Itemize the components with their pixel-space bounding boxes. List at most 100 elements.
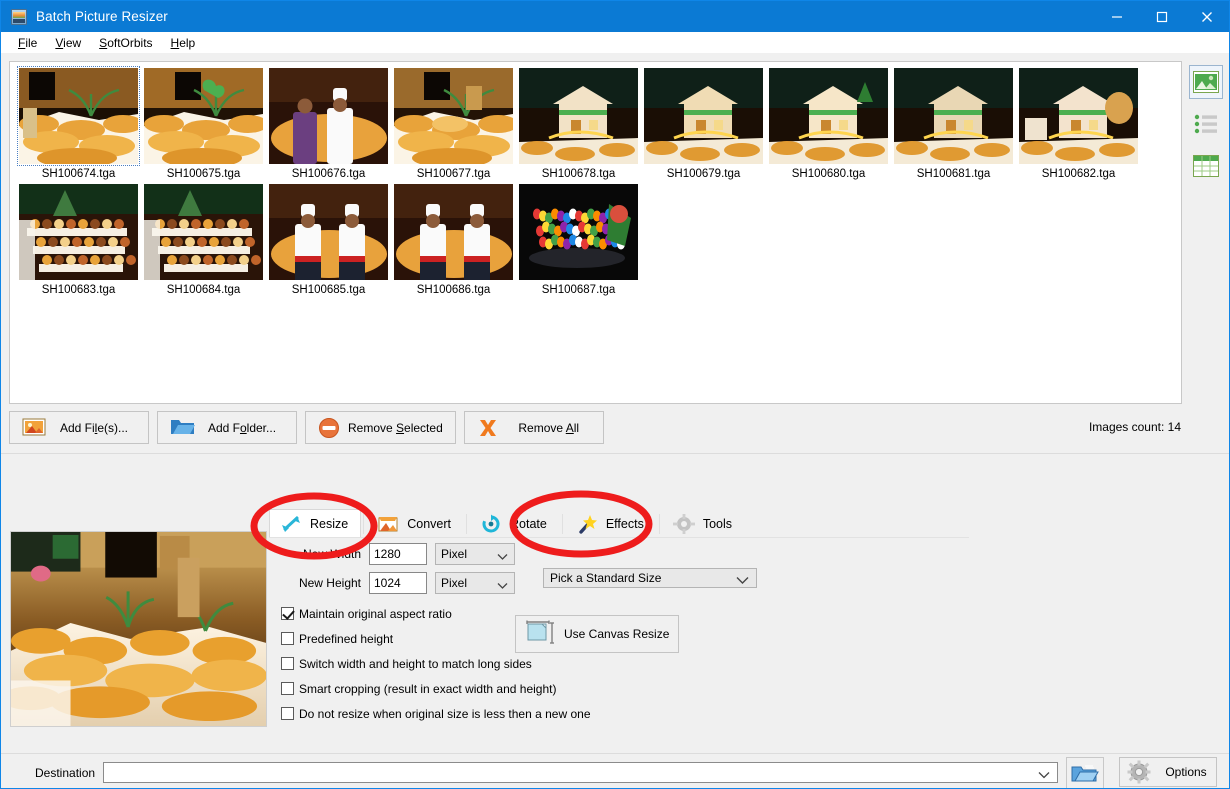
preview-image [10,531,267,727]
standard-size-select[interactable]: Pick a Standard Size [543,568,757,588]
thumbnail-filename: SH100684.tga [166,284,241,296]
file-button-add-file-s[interactable]: Add File(s)... [9,411,149,444]
options-button[interactable]: Options [1119,757,1217,787]
chevron-down-icon [497,550,508,564]
new-height-input[interactable] [369,572,427,594]
thumbnail-image [144,68,263,164]
menu-item-label: Help [170,35,196,50]
thumbnail-filename: SH100687.tga [541,284,616,296]
standard-size-value: Pick a Standard Size [550,571,662,585]
resize-option-row[interactable]: Switch width and height to match long si… [281,653,591,674]
thumbnail-image [17,66,140,166]
options-label: Options [1165,765,1207,779]
browse-destination-button[interactable] [1066,757,1104,788]
thumbnail-filename: SH100682.tga [1041,168,1116,180]
file-button-add-folder[interactable]: Add Folder... [157,411,297,444]
thumbnail-filename: SH100677.tga [416,168,491,180]
tab-label: Effects [605,517,644,531]
new-height-unit-select[interactable]: Pixel [435,572,515,594]
tab-effects[interactable]: Effects [565,509,657,538]
thumbnail-item[interactable]: SH100687.tga [516,184,641,296]
resize-option-label: Do not resize when original size is less… [299,706,591,721]
thumbnail-image [1019,68,1138,164]
view-mode-bar [1187,61,1225,404]
file-button-label: Add File(s)... [59,420,129,435]
tab-rotate[interactable]: Rotate [469,509,560,538]
thumbnail-image [519,184,638,280]
tab-label: Rotate [510,517,547,531]
resize-option-row[interactable]: Smart cropping (result in exact width an… [281,678,591,699]
details-view-icon[interactable] [1189,149,1223,183]
checkbox-switch-width-and-height-to-match-long-si[interactable] [281,657,294,670]
tab-label: Convert [407,517,451,531]
resize-option-label: Smart cropping (result in exact width an… [299,681,557,696]
resize-options-list: Maintain original aspect ratio Predefined… [281,603,591,728]
thumbnail-item[interactable]: SH100686.tga [391,184,516,296]
divider-2 [1,753,1229,754]
thumbnail-item[interactable]: SH100680.tga [766,68,891,180]
menu-softorbits[interactable]: SoftOrbits [90,34,161,52]
new-width-unit-select[interactable]: Pixel [435,543,515,565]
folder-icon [170,417,195,439]
checkbox-do-not-resize-when-original-size-is-less[interactable] [281,707,294,720]
file-button-remove-selected[interactable]: Remove Selected [305,411,456,444]
thumbnail-item[interactable]: SH100685.tga [266,184,391,296]
checkbox-maintain-original-aspect-ratio[interactable] [281,607,294,620]
thumbnail-item[interactable]: SH100675.tga [141,68,266,180]
thumbnail-item[interactable]: SH100682.tga [1016,68,1141,180]
divider-1 [1,453,1229,454]
thumbnail-filename: SH100680.tga [791,168,866,180]
tab-resize[interactable]: Resize [269,509,362,538]
minimize-button[interactable] [1094,1,1139,32]
thumbnail-view-icon[interactable] [1189,65,1223,99]
app-icon [11,8,27,25]
new-width-row: New Width Pixel [269,543,1029,565]
thumbnail-item[interactable]: SH100678.tga [516,68,641,180]
menu-file[interactable]: File [9,34,46,52]
tab-underline [269,537,969,538]
new-width-input[interactable] [369,543,427,565]
tab-tools[interactable]: Tools [662,509,745,538]
resize-option-label: Predefined height [299,631,394,646]
resize-option-row[interactable]: Predefined height [281,628,591,649]
tab-label: Tools [702,517,733,531]
thumbnail-item[interactable]: SH100677.tga [391,68,516,180]
thumbnail-item[interactable]: SH100674.tga [16,66,141,180]
close-button[interactable] [1184,1,1229,32]
image-list-panel[interactable]: SH100674.tga SH100675.tga SH100676.tga S… [9,61,1182,404]
thumbnail-filename: SH100676.tga [291,168,366,180]
thumbnail-image [19,184,138,280]
menu-bar: File View SoftOrbits Help [1,32,1229,53]
file-button-remove-all[interactable]: Remove All [463,411,604,444]
thumbnail-item[interactable]: SH100684.tga [141,184,266,296]
thumbnail-item[interactable]: SH100681.tga [891,68,1016,180]
thumbnail-image [769,68,888,164]
magic-wand-icon [576,514,598,534]
resize-option-row[interactable]: Maintain original aspect ratio [281,603,591,624]
chevron-down-icon [497,579,508,593]
main-body: SH100674.tga SH100675.tga SH100676.tga S… [1,53,1229,788]
thumbnail-item[interactable]: SH100676.tga [266,68,391,180]
thumbnail-grid: SH100674.tga SH100675.tga SH100676.tga S… [16,66,1177,300]
destination-input[interactable] [103,762,1058,783]
thumbnail-image [144,184,263,280]
tab-convert[interactable]: Convert [366,509,464,538]
thumbnail-item[interactable]: SH100679.tga [641,68,766,180]
thumbnail-filename: SH100683.tga [41,284,116,296]
resize-option-row[interactable]: Do not resize when original size is less… [281,703,591,724]
maximize-button[interactable] [1139,1,1184,32]
window-controls [1094,1,1229,32]
menu-help[interactable]: Help [162,34,205,52]
resize-option-label: Switch width and height to match long si… [299,656,532,671]
thumbnail-item[interactable]: SH100683.tga [16,184,141,296]
checkbox-smart-cropping-result-in-exact-width-and[interactable] [281,682,294,695]
gear-icon [1126,760,1152,784]
list-view-icon[interactable] [1189,107,1223,141]
thumbnail-filename: SH100686.tga [416,284,491,296]
menu-item-label: SoftOrbits [99,35,153,50]
chevron-down-icon[interactable] [1038,768,1050,782]
add-image-icon [22,417,46,439]
menu-view[interactable]: View [46,34,90,52]
gear-icon [672,514,695,534]
checkbox-predefined-height[interactable] [281,632,294,645]
